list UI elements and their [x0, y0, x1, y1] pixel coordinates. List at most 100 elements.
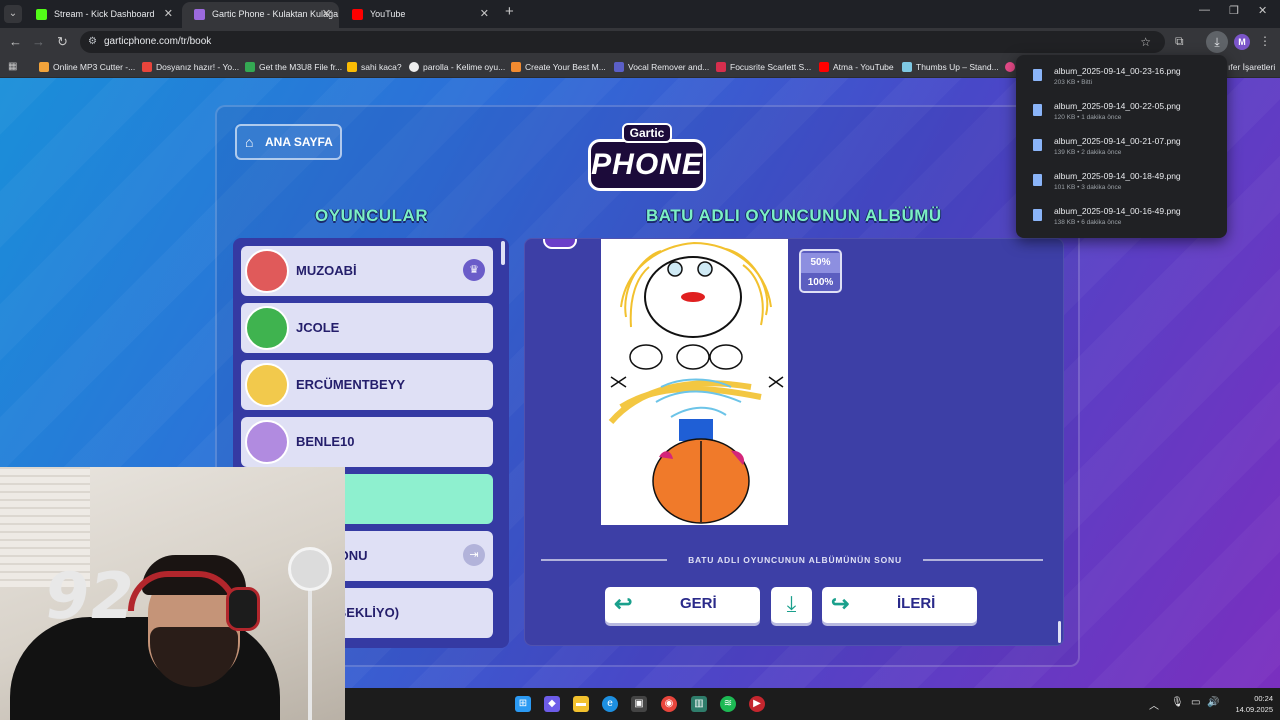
reload-icon[interactable]: ↻ [57, 34, 68, 50]
zoom-option-100[interactable]: 100% [801, 273, 840, 293]
close-tab-icon[interactable]: ✕ [480, 2, 489, 26]
zoom-option-50[interactable]: 50% [801, 253, 840, 273]
drawing-mouth [681, 292, 705, 302]
tab-kick-dashboard[interactable]: Stream - Kick Dashboard ✕ [24, 2, 181, 28]
players-scrollbar[interactable] [501, 241, 505, 265]
bookmark-favicon-icon [716, 62, 726, 72]
download-meta: 203 KB • Bitti [1054, 79, 1093, 86]
display-icon[interactable]: ▭ [1191, 697, 1200, 708]
tab-title: Gartic Phone - Kulaktan Kulağa [212, 9, 339, 19]
extensions-icon[interactable]: ⧉ [1175, 34, 1184, 49]
drawing-shirt [679, 419, 713, 441]
bookmark-item[interactable]: sahi kaca? [347, 56, 402, 78]
divider [541, 559, 667, 561]
album-end-text: BATU ADLI OYUNCUNUN ALBÜMÜNÜN SONU [688, 555, 902, 565]
next-button-label: İLERİ [897, 595, 936, 612]
download-filename: album_2025-09-14_00-23-16.png [1054, 66, 1181, 76]
menu-dots-icon[interactable]: ⋮ [1259, 34, 1271, 48]
download-item[interactable]: album_2025-09-14_00-23-16.png 203 KB • B… [1016, 60, 1227, 94]
bookmark-favicon-icon [819, 62, 829, 72]
drawing-eye-left [667, 261, 683, 277]
album-title: BATU ADLI OYUNCUNUN ALBÜMÜ [646, 206, 942, 225]
bookmark-star-icon[interactable]: ☆ [1140, 31, 1151, 53]
app-icon[interactable]: ▥ [691, 696, 707, 712]
forward-arrow-icon[interactable]: → [32, 34, 45, 49]
bookmark-item[interactable]: Dosyanız hazır! - Yo... [142, 56, 239, 78]
download-item[interactable]: album_2025-09-14_00-16-49.png 138 KB • 6… [1016, 200, 1227, 234]
back-button[interactable]: ↩ GERİ [605, 587, 760, 623]
download-filename: album_2025-09-14_00-16-49.png [1054, 206, 1181, 216]
download-item[interactable]: album_2025-09-14_00-21-07.png 139 KB • 2… [1016, 130, 1227, 164]
bookmark-item[interactable]: Get the M3U8 File fr... [245, 56, 342, 78]
window-close-icon[interactable]: ✕ [1258, 4, 1267, 17]
new-tab-icon[interactable]: + [505, 3, 514, 20]
microphone-icon[interactable]: 🎙 [1171, 697, 1184, 708]
bookmark-item[interactable]: Focusrite Scarlett S... [716, 56, 811, 78]
file-explorer-icon[interactable]: ▬ [573, 696, 589, 712]
download-item[interactable]: album_2025-09-14_00-22-05.png 120 KB • 1… [1016, 95, 1227, 129]
download-meta: 138 KB • 6 dakika önce [1054, 219, 1122, 226]
back-arrow-icon[interactable]: ← [9, 34, 22, 49]
store-icon[interactable]: ▣ [631, 696, 647, 712]
player-card[interactable]: ERCÜMENTBEYY [241, 360, 493, 410]
player-card[interactable]: BENLE10 [241, 417, 493, 467]
start-windows-icon[interactable]: ⊞ [515, 696, 531, 712]
logo-bottom: PHONE [588, 139, 706, 191]
bookmark-label: parolla - Kelime oyu... [423, 62, 506, 72]
player-card[interactable]: JCOLE [241, 303, 493, 353]
next-button[interactable]: ↪ İLERİ [822, 587, 977, 623]
all-bookmarks-label[interactable]: ıfer İşaretleri [1228, 56, 1275, 78]
restore-icon[interactable]: ❐ [1229, 4, 1239, 17]
file-icon [1033, 139, 1042, 151]
webcam-headphone-cup [226, 587, 260, 631]
tab-gartic-phone[interactable]: Gartic Phone - Kulaktan Kulağa ✕ [182, 2, 339, 28]
address-bar[interactable]: ⚙ garticphone.com/tr/book ☆ [80, 31, 1165, 53]
download-item[interactable]: album_2025-09-14_00-18-49.png 101 KB • 3… [1016, 165, 1227, 199]
minimize-icon[interactable]: — [1199, 4, 1210, 16]
bookmark-item[interactable]: Online MP3 Cutter -... [39, 56, 135, 78]
bookmark-item[interactable]: Atma - YouTube [819, 56, 894, 78]
download-meta: 139 KB • 2 dakika önce [1054, 149, 1122, 156]
volume-icon[interactable]: 🔊 [1207, 697, 1219, 708]
webcam-jersey-number: 92 [39, 560, 140, 634]
file-icon [1033, 174, 1042, 186]
download-meta: 120 KB • 1 dakika önce [1054, 114, 1122, 121]
album-scrollbar[interactable] [1058, 621, 1061, 643]
divider [923, 559, 1043, 561]
home-button[interactable]: ⌂ ANA SAYFA [235, 124, 342, 160]
album-panel: 50% 100% BATU ADLI OYUNCUNUN ALBÜMÜNÜN S… [524, 238, 1064, 646]
webcam-overlay: 92 [0, 467, 345, 720]
player-card[interactable]: MUZOABİ ♛ [241, 246, 493, 296]
taskbar-clock[interactable]: 00:24 14.09.2025 [1229, 693, 1273, 715]
player-name: BENLE10 [296, 434, 355, 449]
tray-chevron-up-icon[interactable]: ︿ [1149, 697, 1159, 712]
bookmark-item[interactable]: Vocal Remover and... [614, 56, 709, 78]
next-arrow-icon: ↪ [831, 591, 850, 616]
profile-avatar[interactable]: M [1234, 34, 1250, 50]
player-name: MUZOABİ [296, 263, 357, 278]
kick-player-icon[interactable]: ⇥ [463, 544, 485, 566]
browser-toolbar: ← → ↻ ⚙ garticphone.com/tr/book ☆ ⧉ ⋮ [0, 28, 1280, 56]
close-tab-icon[interactable]: ✕ [322, 2, 331, 26]
bookmark-item[interactable]: Thumbs Up – Stand... [902, 56, 999, 78]
edge-icon[interactable]: e [602, 696, 618, 712]
bookmark-favicon-icon [1005, 62, 1015, 72]
previous-step-avatar [543, 239, 577, 249]
gartic-phone-logo: PHONE Gartic [588, 123, 706, 197]
downloads-icon[interactable]: ⤓ [1206, 31, 1228, 53]
copilot-icon[interactable]: ◆ [544, 696, 560, 712]
tab-search-button[interactable]: ⌄ [4, 5, 22, 23]
bookmark-item[interactable]: parolla - Kelime oyu... [409, 56, 505, 78]
close-tab-icon[interactable]: ✕ [164, 2, 173, 26]
bookmark-label: Thumbs Up – Stand... [916, 62, 999, 72]
site-info-icon[interactable]: ⚙ [88, 31, 97, 53]
chrome-icon[interactable]: ◉ [661, 696, 677, 712]
apps-grid-icon[interactable]: ▦ [8, 61, 19, 72]
media-player-icon[interactable]: ▶ [749, 696, 765, 712]
spotify-icon[interactable]: ≋ [720, 696, 736, 712]
bookmark-item[interactable]: Create Your Best M... [511, 56, 606, 78]
home-button-label: ANA SAYFA [265, 135, 333, 149]
download-album-icon[interactable]: ⤓ [771, 587, 812, 623]
tab-youtube[interactable]: YouTube ✕ [340, 2, 497, 28]
downloads-popup: album_2025-09-14_00-23-16.png 203 KB • B… [1016, 55, 1227, 238]
